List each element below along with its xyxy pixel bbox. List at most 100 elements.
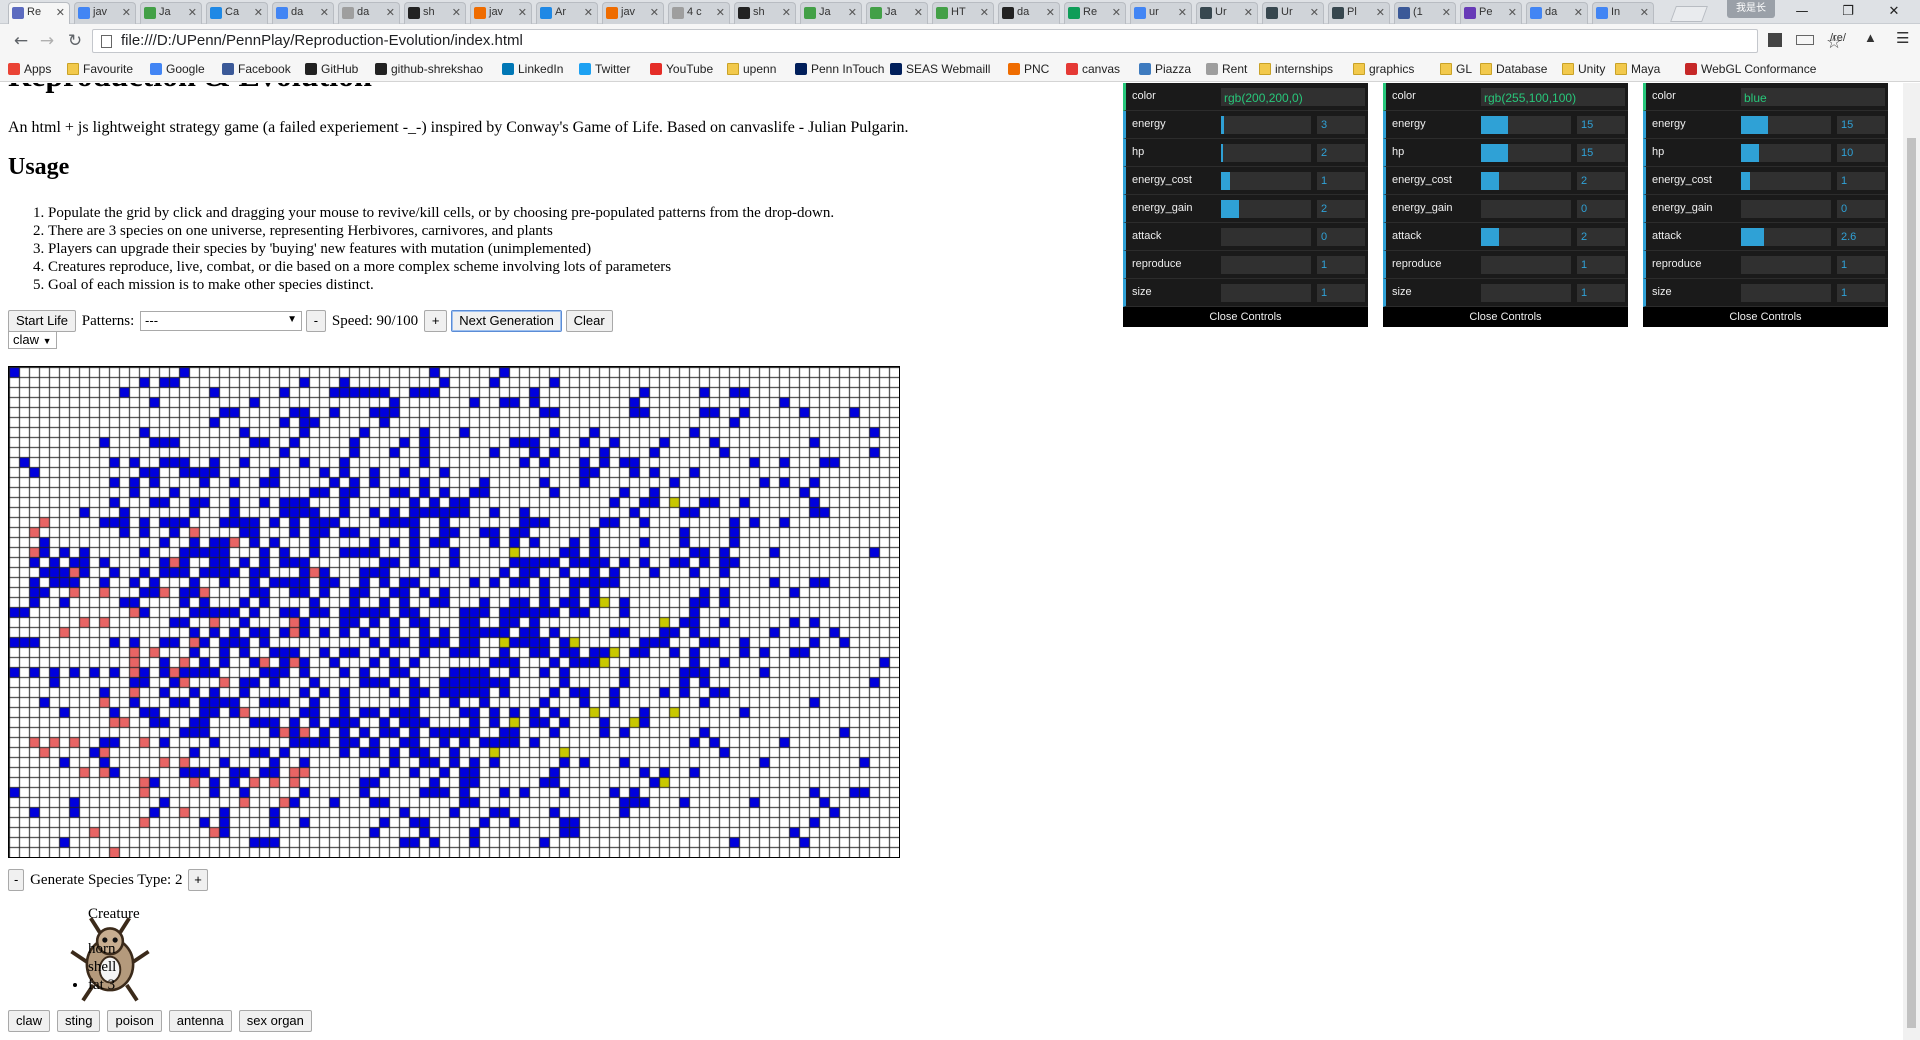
antenna-button[interactable]: antenna bbox=[168, 1010, 232, 1032]
close-tab-icon[interactable]: ✕ bbox=[56, 6, 65, 19]
forward-icon[interactable]: → bbox=[36, 30, 58, 52]
bookmark-item[interactable]: GitHub bbox=[305, 62, 358, 76]
browser-tab[interactable]: jav ✕ bbox=[602, 2, 664, 24]
bookmark-item[interactable]: Twitter bbox=[579, 62, 630, 76]
browser-tab[interactable]: da ✕ bbox=[338, 2, 400, 24]
extension-icon[interactable]: ▲ bbox=[1864, 30, 1877, 45]
bookmark-item[interactable]: Database bbox=[1480, 62, 1547, 76]
browser-tab[interactable]: da ✕ bbox=[272, 2, 334, 24]
bookmark-item[interactable]: Google bbox=[150, 62, 205, 76]
sex-organ-button[interactable]: sex organ bbox=[238, 1010, 312, 1032]
close-tab-icon[interactable]: ✕ bbox=[1112, 6, 1121, 19]
close-tab-icon[interactable]: ✕ bbox=[518, 6, 527, 19]
extension-icon[interactable] bbox=[1796, 35, 1814, 45]
back-icon[interactable]: ← bbox=[10, 30, 32, 52]
close-tab-icon[interactable]: ✕ bbox=[320, 6, 329, 19]
close-tab-icon[interactable]: ✕ bbox=[254, 6, 263, 19]
param-slider[interactable] bbox=[1741, 144, 1831, 162]
param-value-input[interactable]: 1 bbox=[1577, 256, 1625, 274]
address-bar[interactable]: file:///D:/UPenn/PennPlay/Reproduction-E… bbox=[92, 29, 1842, 53]
browser-tab[interactable]: jav ✕ bbox=[74, 2, 136, 24]
menu-icon[interactable]: ☰ bbox=[1896, 29, 1909, 47]
start-life-button[interactable]: Start Life bbox=[8, 310, 77, 332]
bookmark-item[interactable]: Unity bbox=[1562, 62, 1605, 76]
close-tab-icon[interactable]: ✕ bbox=[452, 6, 461, 19]
close-tab-icon[interactable]: ✕ bbox=[1508, 6, 1517, 19]
close-tab-icon[interactable]: ✕ bbox=[1376, 6, 1385, 19]
close-tab-icon[interactable]: ✕ bbox=[584, 6, 593, 19]
browser-tab[interactable]: Ur ✕ bbox=[1196, 2, 1258, 24]
param-slider[interactable] bbox=[1221, 228, 1311, 246]
browser-tab[interactable]: Pe ✕ bbox=[1460, 2, 1522, 24]
restore-icon[interactable]: ❐ bbox=[1828, 2, 1868, 22]
species-up-button[interactable]: + bbox=[188, 869, 208, 891]
close-tab-icon[interactable]: ✕ bbox=[188, 6, 197, 19]
close-tab-icon[interactable]: ✕ bbox=[1046, 6, 1055, 19]
browser-tab[interactable]: Pl ✕ bbox=[1328, 2, 1390, 24]
param-slider[interactable] bbox=[1481, 284, 1571, 302]
param-value-input[interactable]: 2 bbox=[1317, 200, 1365, 218]
browser-tab[interactable]: Ur ✕ bbox=[1262, 2, 1324, 24]
param-value-input[interactable]: 15 bbox=[1577, 116, 1625, 134]
close-tab-icon[interactable]: ✕ bbox=[1178, 6, 1187, 19]
color-input[interactable]: blue bbox=[1741, 88, 1885, 106]
param-slider[interactable] bbox=[1221, 116, 1311, 134]
bookmark-item[interactable]: Piazza bbox=[1139, 62, 1191, 76]
param-slider[interactable] bbox=[1481, 172, 1571, 190]
close-tab-icon[interactable]: ✕ bbox=[848, 6, 857, 19]
browser-tab[interactable]: HT ✕ bbox=[932, 2, 994, 24]
param-value-input[interactable]: 1 bbox=[1317, 284, 1365, 302]
param-slider[interactable] bbox=[1741, 172, 1831, 190]
feature-select[interactable]: claw ▼ bbox=[8, 331, 57, 349]
claw-button[interactable]: claw bbox=[8, 1010, 51, 1032]
param-slider[interactable] bbox=[1741, 116, 1831, 134]
bookmark-item[interactable]: SEAS Webmaill bbox=[890, 62, 990, 76]
reload-icon[interactable]: ↻ bbox=[64, 30, 86, 52]
life-grid-canvas[interactable] bbox=[9, 367, 899, 857]
color-input[interactable]: rgb(255,100,100) bbox=[1481, 88, 1625, 106]
browser-tab[interactable]: sh ✕ bbox=[734, 2, 796, 24]
close-tab-icon[interactable]: ✕ bbox=[650, 6, 659, 19]
scrollbar-thumb[interactable] bbox=[1907, 138, 1916, 1028]
new-tab-button[interactable] bbox=[1670, 6, 1708, 22]
param-value-input[interactable]: 2.6 bbox=[1837, 228, 1885, 246]
speed-down-button[interactable]: - bbox=[305, 310, 327, 332]
param-value-input[interactable]: 2 bbox=[1317, 144, 1365, 162]
bookmark-item[interactable]: LinkedIn bbox=[502, 62, 563, 76]
bookmark-item[interactable]: WebGL Conformance bbox=[1685, 62, 1816, 76]
param-value-input[interactable]: 1 bbox=[1577, 284, 1625, 302]
param-slider[interactable] bbox=[1741, 256, 1831, 274]
browser-tab[interactable]: da ✕ bbox=[1526, 2, 1588, 24]
bookmark-item[interactable]: Apps bbox=[8, 62, 51, 76]
profile-button[interactable]: 我是长 bbox=[1727, 0, 1775, 18]
param-slider[interactable] bbox=[1221, 256, 1311, 274]
poison-button[interactable]: poison bbox=[107, 1010, 162, 1032]
bookmark-item[interactable]: graphics bbox=[1353, 62, 1414, 76]
close-tab-icon[interactable]: ✕ bbox=[1574, 6, 1583, 19]
param-value-input[interactable]: 2 bbox=[1577, 228, 1625, 246]
param-slider[interactable] bbox=[1221, 284, 1311, 302]
browser-tab[interactable]: Ca ✕ bbox=[206, 2, 268, 24]
param-slider[interactable] bbox=[1741, 228, 1831, 246]
param-value-input[interactable]: 1 bbox=[1837, 284, 1885, 302]
param-slider[interactable] bbox=[1481, 200, 1571, 218]
param-slider[interactable] bbox=[1481, 144, 1571, 162]
extension-label[interactable]: /re/ bbox=[1830, 32, 1846, 44]
life-grid[interactable] bbox=[8, 366, 900, 858]
param-value-input[interactable]: 1 bbox=[1837, 172, 1885, 190]
param-slider[interactable] bbox=[1221, 172, 1311, 190]
next-generation-button[interactable]: Next Generation bbox=[451, 310, 562, 332]
patterns-select[interactable]: --- ▼ bbox=[140, 311, 303, 331]
close-tab-icon[interactable]: ✕ bbox=[1244, 6, 1253, 19]
param-value-input[interactable]: 3 bbox=[1317, 116, 1365, 134]
close-tab-icon[interactable]: ✕ bbox=[1310, 6, 1319, 19]
param-slider[interactable] bbox=[1741, 200, 1831, 218]
close-controls-button[interactable]: Close Controls bbox=[1383, 307, 1628, 327]
browser-tab[interactable]: 4 c ✕ bbox=[668, 2, 730, 24]
minimize-icon[interactable]: — bbox=[1782, 2, 1822, 22]
param-slider[interactable] bbox=[1481, 116, 1571, 134]
clear-button[interactable]: Clear bbox=[565, 310, 613, 332]
param-value-input[interactable]: 0 bbox=[1577, 200, 1625, 218]
browser-tab[interactable]: Ja ✕ bbox=[866, 2, 928, 24]
param-value-input[interactable]: 10 bbox=[1837, 144, 1885, 162]
